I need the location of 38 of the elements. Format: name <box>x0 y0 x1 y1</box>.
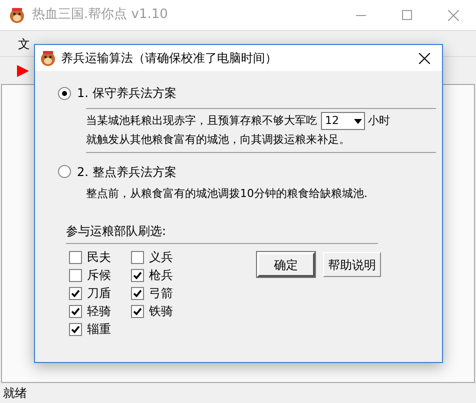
radio-button[interactable] <box>58 86 71 100</box>
dialog-title: 养兵运输算法（请确保校准了电脑时间） <box>61 50 277 67</box>
option-description: 整点前，从粮食富有的城池调拨10分钟的粮食给缺粮城池. <box>86 186 368 202</box>
unit-checkbox-label[interactable]: 辎重 <box>87 320 111 338</box>
unit-checkbox-label[interactable]: 斥候 <box>87 266 111 284</box>
play-icon[interactable] <box>16 64 30 78</box>
option-description: 就触发从其他粮食富有的城池，向其调拨运粮来补足。 <box>86 132 351 148</box>
hours-dropdown[interactable]: 12 <box>321 112 365 130</box>
checkbox[interactable] <box>131 250 144 264</box>
dog-face-icon <box>8 6 26 24</box>
caret-icon <box>354 118 362 124</box>
checkbox[interactable] <box>69 250 82 264</box>
unit-checkbox-label[interactable]: 枪兵 <box>149 266 173 284</box>
unit-checkbox-label[interactable]: 刀盾 <box>87 284 111 302</box>
option-description: 当某城池耗粮出现赤字，且预算存粮不够大军吃 <box>86 112 317 129</box>
radio-button[interactable] <box>58 165 71 178</box>
unit-checkbox-label[interactable]: 民夫 <box>87 248 111 266</box>
unit-label: 小时 <box>368 112 390 129</box>
dialog-button[interactable]: 确定 <box>257 252 315 277</box>
option-label[interactable]: 1. 保守养兵法方案 <box>77 84 176 102</box>
status-text: 就绪 <box>3 385 27 402</box>
checkbox[interactable] <box>69 268 82 282</box>
checkbox[interactable] <box>69 322 82 336</box>
checkbox[interactable] <box>131 286 144 300</box>
menu-item[interactable]: 文 <box>18 34 30 52</box>
unit-checkbox-label[interactable]: 轻骑 <box>87 302 111 320</box>
unit-checkbox-label[interactable]: 义兵 <box>149 248 173 266</box>
filter-label: 参与运粮部队刷选: <box>66 222 378 244</box>
checkbox[interactable] <box>131 304 144 318</box>
checkbox[interactable] <box>69 304 82 318</box>
checkbox[interactable] <box>69 286 82 300</box>
dog-face-icon <box>39 49 57 67</box>
dialog-button[interactable]: 帮助说明 <box>323 252 381 277</box>
unit-checkbox-label[interactable]: 铁骑 <box>149 302 173 320</box>
window-title: 热血三国.帮你点 v1.10 <box>32 6 168 24</box>
unit-checkbox-label[interactable]: 弓箭 <box>149 284 173 302</box>
checkbox[interactable] <box>131 268 144 282</box>
option-label[interactable]: 2. 整点养兵法方案 <box>77 162 176 180</box>
